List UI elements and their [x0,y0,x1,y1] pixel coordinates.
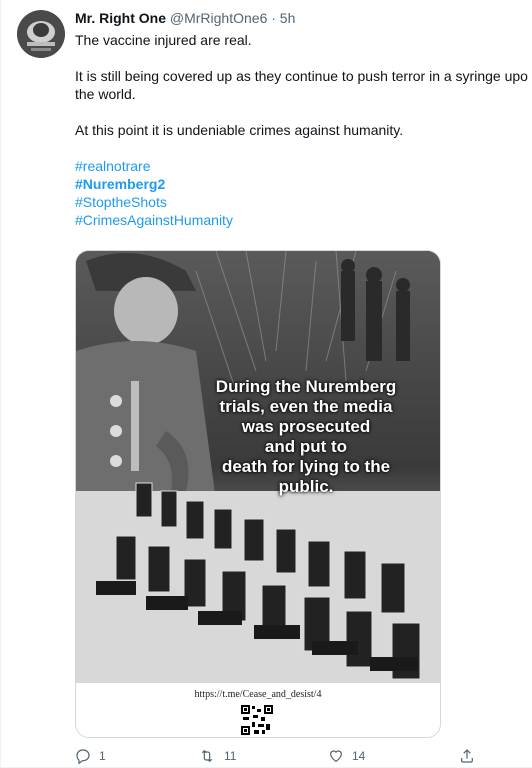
media-link-text: https://t.me/Cease_and_desist/4 [194,689,322,700]
caption-line: and put to [264,437,348,456]
avatar-image [17,10,65,58]
tweet-card[interactable]: Mr. Right One @MrRightOne6 · 5h The vacc… [0,0,532,768]
retweet-count: 11 [224,749,237,763]
author-handle-time[interactable]: @MrRightOne6 · 5h [170,10,295,26]
media-photo: During the Nuremberg trials, even the me… [76,251,440,683]
caption-line: was prosecuted [241,417,371,436]
share-button[interactable] [459,748,475,764]
like-count: 14 [352,749,366,763]
author-name[interactable]: Mr. Right One [75,10,166,26]
qr-code-icon [241,705,273,735]
tweet-line: The vaccine injured are real. [75,32,252,48]
hashtag-link[interactable]: #StoptheShots [75,193,532,211]
reply-count: 1 [99,749,106,763]
hashtag-link[interactable]: #Nuremberg2 [75,175,532,193]
retweet-icon [201,749,213,763]
media-caption: During the Nuremberg trials, even the me… [196,377,416,497]
retweet-button[interactable]: 11 [198,748,236,764]
reply-icon [76,749,90,764]
like-button[interactable]: 14 [328,748,365,764]
caption-line: trials, even the media [219,397,393,416]
hashtag-link[interactable]: #realnotrare [75,157,532,175]
tweet-header: Mr. Right One @MrRightOne6 · 5h [75,9,295,27]
tweet-line: It is still being covered up as they con… [75,68,528,84]
tweet-line: At this point it is undeniable crimes ag… [75,122,404,138]
media-link-strip: https://t.me/Cease_and_desist/4 [76,683,440,737]
caption-line: public. [278,477,334,496]
tweet-text: The vaccine injured are real. It is stil… [75,31,532,229]
tweet-actions: 1 11 14 [75,748,475,768]
hashtag-link[interactable]: #CrimesAgainstHumanity [75,211,532,229]
heart-icon [330,750,342,763]
reply-button[interactable]: 1 [75,748,106,764]
avatar[interactable] [17,10,65,58]
caption-line: During the Nuremberg [215,377,397,396]
caption-line: death for lying to the [221,457,391,476]
tweet-line: the world. [75,86,136,102]
tweet-media[interactable]: During the Nuremberg trials, even the me… [75,250,441,738]
share-icon [461,749,473,763]
